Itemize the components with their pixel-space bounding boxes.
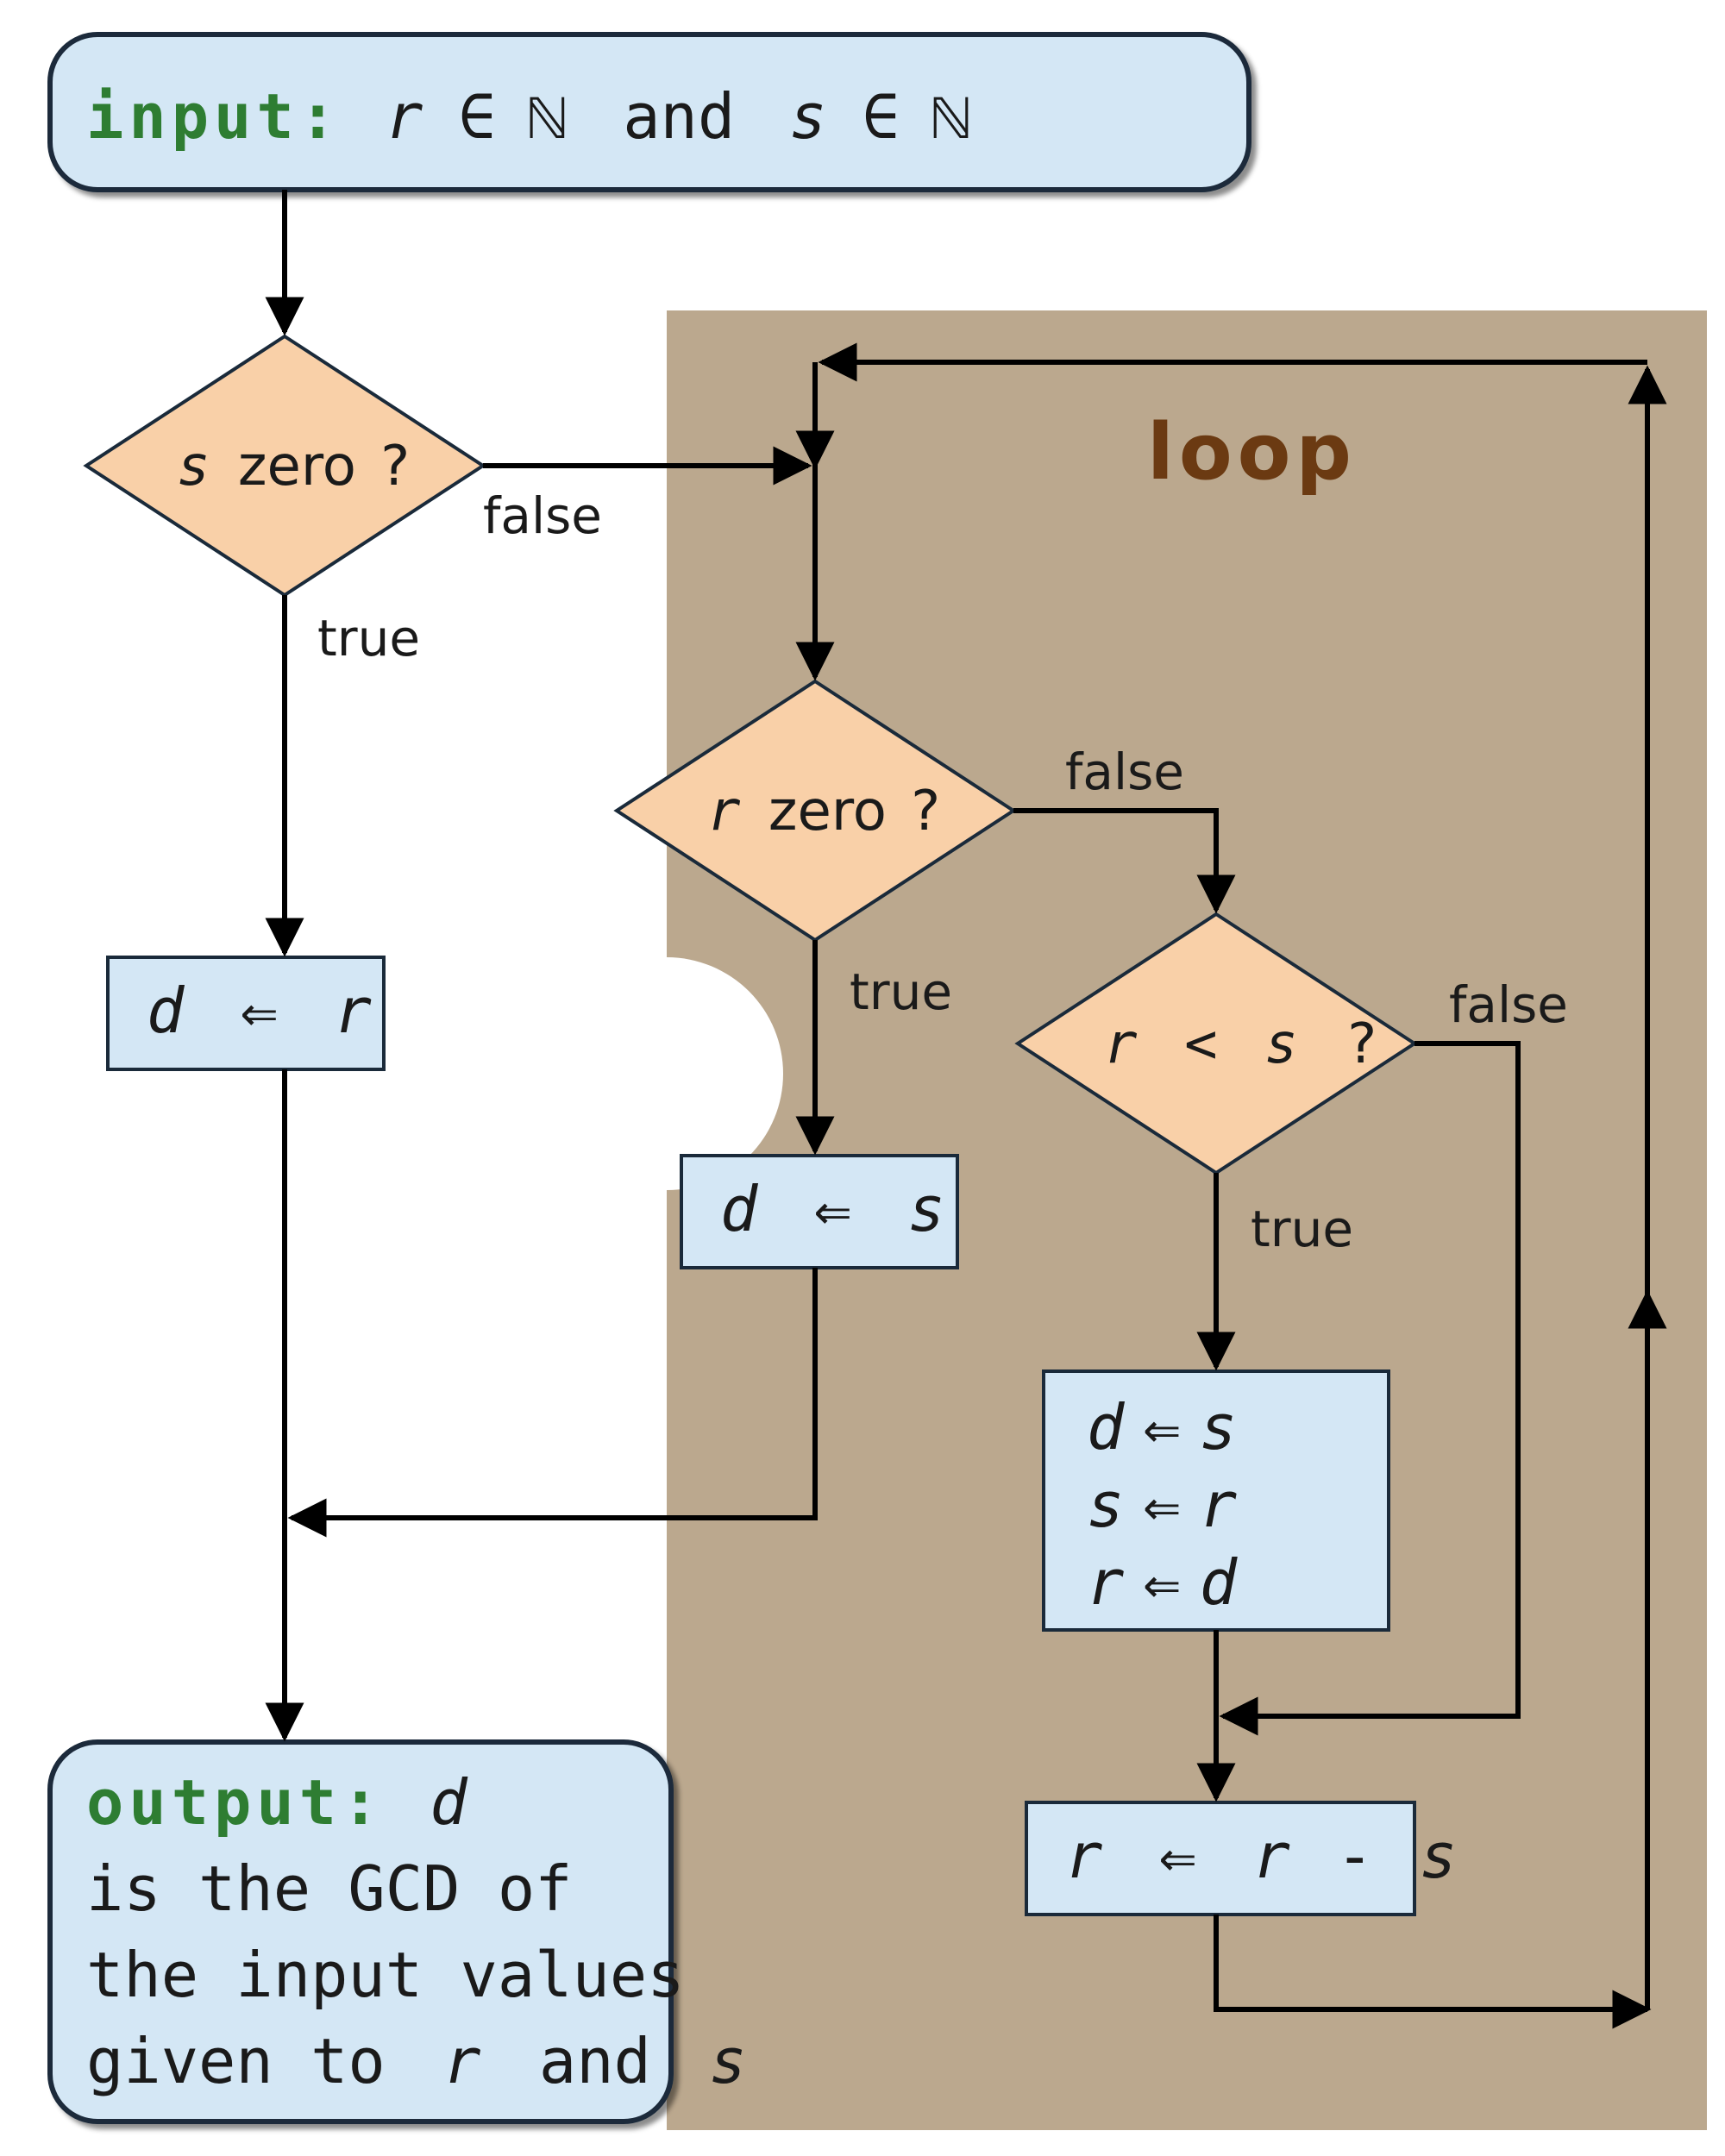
loop-label: loop [1147, 407, 1357, 498]
input-text: input: r ∈ ℕ and s ∈ ℕ [86, 80, 972, 154]
output-line2: is the GCD of [86, 1852, 573, 1925]
label-rls-true: true [1251, 1200, 1353, 1258]
process-subtract-text: r ⇐ r - s [1065, 1820, 1457, 1892]
label-rls-false: false [1449, 975, 1568, 1034]
process-d-gets-s-text: d ⇐ s [720, 1173, 945, 1245]
output-line4: given to r and s [86, 2025, 747, 2097]
label-szero-true: true [317, 609, 420, 667]
output-line3: the input values [86, 1939, 685, 2011]
decision-s-zero: s zero ? [86, 336, 483, 595]
process-d-gets-r-text: d ⇐ r [147, 975, 372, 1047]
label-szero-false: false [483, 486, 602, 545]
process-swap-line1: d⇐s [1087, 1391, 1237, 1463]
label-rzero-true: true [850, 962, 952, 1021]
label-rzero-false: false [1065, 743, 1184, 801]
process-swap-line3: r⇐d [1087, 1546, 1239, 1619]
process-swap-line2: s⇐r [1087, 1469, 1237, 1541]
